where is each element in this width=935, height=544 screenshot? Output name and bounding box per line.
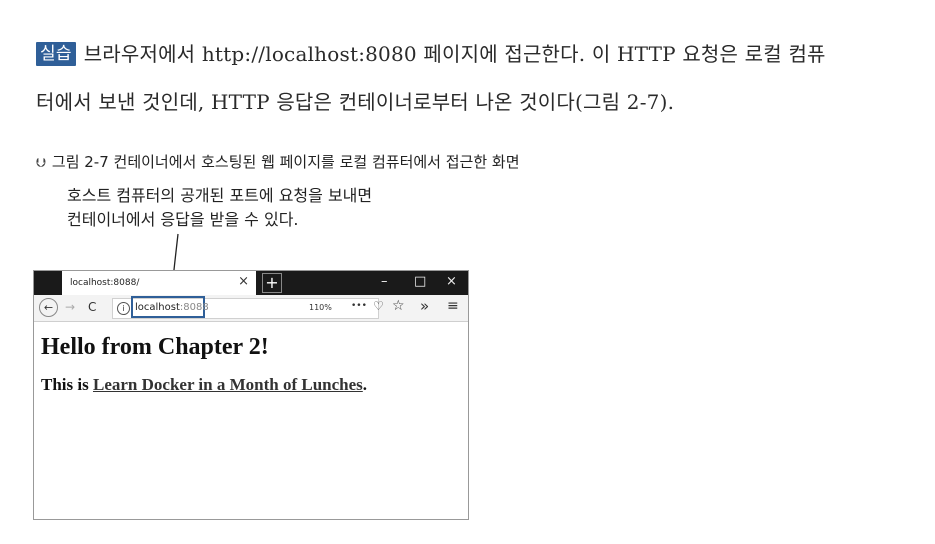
info-icon[interactable]: i bbox=[117, 302, 130, 315]
minimize-button[interactable]: – bbox=[381, 274, 388, 289]
figure-callout: 호스트 컴퓨터의 공개된 포트에 요청을 보내면 컨테이너에서 응답을 받을 수… bbox=[67, 184, 372, 232]
figure-caption-text: 그림 2-7 컨테이너에서 호스팅된 웹 페이지를 로컬 컴퓨터에서 접근한 화… bbox=[51, 153, 520, 171]
more-actions-icon[interactable]: ••• bbox=[351, 301, 367, 311]
web-page-content: Hello from Chapter 2! This is Learn Dock… bbox=[34, 322, 468, 403]
pocket-icon[interactable]: ♡ bbox=[373, 299, 384, 313]
hamburger-menu-icon[interactable]: ≡ bbox=[447, 298, 459, 314]
forward-button[interactable]: → bbox=[65, 300, 75, 314]
page-heading: Hello from Chapter 2! bbox=[41, 334, 269, 360]
nav-toolbar: ← → C i localhost:8088 110% ••• ♡ ☆ » ≡ bbox=[34, 295, 468, 322]
callout-line-1: 호스트 컴퓨터의 공개된 포트에 요청을 보내면 bbox=[67, 186, 373, 205]
maximize-button[interactable]: □ bbox=[414, 274, 426, 289]
reload-button[interactable]: C bbox=[88, 300, 96, 314]
paragraph-suffix: . bbox=[362, 375, 368, 394]
practice-text-1: 브라우저에서 http://localhost:8080 페이지에 접근한다. … bbox=[83, 42, 826, 66]
figure-caption: ⮋ 그림 2-7 컨테이너에서 호스팅된 웹 페이지를 로컬 컴퓨터에서 접근한 … bbox=[36, 151, 520, 172]
callout-line-2: 컨테이너에서 응답을 받을 수 있다. bbox=[67, 210, 299, 229]
close-window-button[interactable]: × bbox=[446, 274, 457, 289]
tab-title: localhost:8088/ bbox=[70, 278, 140, 288]
double-chevron-down-icon: ⮋ bbox=[36, 156, 46, 171]
tab-close-icon[interactable]: × bbox=[238, 274, 249, 289]
book-link[interactable]: Learn Docker in a Month of Lunches bbox=[93, 375, 363, 394]
practice-line-1: 실습 브라우저에서 http://localhost:8080 페이지에 접근한다… bbox=[36, 30, 926, 78]
url-port: :8088 bbox=[179, 302, 209, 313]
paragraph-prefix: This is bbox=[41, 375, 93, 394]
url-host: localhost bbox=[135, 302, 180, 313]
address-bar[interactable]: i localhost:8088 110% bbox=[112, 296, 379, 319]
zoom-level[interactable]: 110% bbox=[309, 303, 332, 312]
page-paragraph: This is Learn Docker in a Month of Lunch… bbox=[41, 375, 461, 395]
practice-paragraph: 실습 브라우저에서 http://localhost:8080 페이지에 접근한다… bbox=[36, 30, 926, 126]
practice-line-2: 터에서 보낸 것인데, HTTP 응답은 컨테이너로부터 나온 것이다(그림 2… bbox=[36, 90, 675, 114]
bookmark-star-icon[interactable]: ☆ bbox=[392, 298, 405, 314]
tab-bar: localhost:8088/ × + – □ × bbox=[34, 271, 468, 295]
browser-window: localhost:8088/ × + – □ × ← → C i localh… bbox=[33, 270, 469, 520]
overflow-menu-icon[interactable]: » bbox=[420, 297, 429, 315]
new-tab-button[interactable]: + bbox=[262, 273, 282, 293]
browser-tab[interactable]: localhost:8088/ × bbox=[62, 271, 256, 295]
practice-badge: 실습 bbox=[36, 42, 76, 66]
url-text[interactable]: localhost:8088 bbox=[135, 302, 209, 313]
back-button[interactable]: ← bbox=[39, 298, 58, 317]
